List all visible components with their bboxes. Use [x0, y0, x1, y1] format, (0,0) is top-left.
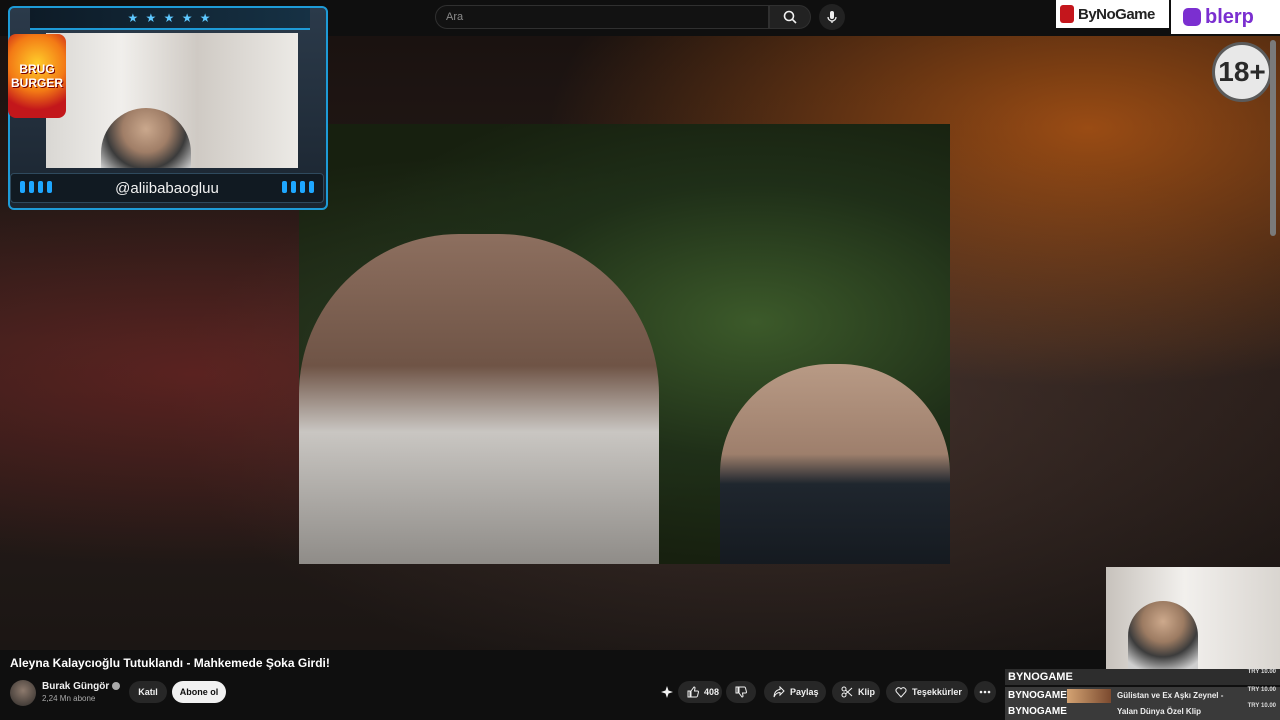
- dislike-button[interactable]: [726, 681, 756, 703]
- clip-button[interactable]: Klip: [832, 681, 880, 703]
- thanks-button[interactable]: Teşekkürler: [886, 681, 968, 703]
- microphone-icon: [826, 10, 838, 24]
- blerp-logo: blerp: [1171, 0, 1280, 34]
- donation-amount: TRY 10.00: [1247, 669, 1276, 675]
- webcam-handle-text: @aliibabaogluu: [115, 179, 219, 197]
- donation-amount: TRY 10.00: [1247, 703, 1276, 709]
- thumbs-down-icon: [735, 686, 747, 698]
- share-label: Paylaş: [790, 687, 819, 697]
- video-player[interactable]: [299, 124, 950, 564]
- like-button[interactable]: 408: [678, 681, 722, 703]
- channel-avatar[interactable]: [10, 680, 36, 706]
- thanks-heart-icon: [895, 686, 907, 698]
- join-button[interactable]: Katıl: [129, 681, 167, 703]
- like-count: 408: [704, 687, 720, 697]
- donation-message: Gülistan ve Ex Aşkı Zeynel -: [1117, 690, 1224, 700]
- more-actions-button[interactable]: [974, 681, 996, 703]
- donation-alert: BYNOGAME Yalan Dünya Özel Klip TRY 10.00: [1005, 703, 1280, 720]
- channel-name-text[interactable]: Burak Güngör: [42, 681, 109, 692]
- webcam-video: [46, 33, 298, 168]
- search-button[interactable]: [769, 5, 811, 29]
- subscriber-count: 2,24 Mn abone: [42, 694, 96, 703]
- blerp-logo-text: blerp: [1205, 5, 1254, 28]
- sparkle-icon[interactable]: [660, 685, 674, 699]
- donation-alert: BYNOGAME TRY 10.00: [1005, 669, 1280, 685]
- donation-name: BYNOGAME: [1008, 706, 1067, 717]
- stars-icon: ★ ★ ★ ★ ★: [127, 11, 213, 25]
- webcam-person: [101, 108, 191, 168]
- led-decoration-right: [282, 181, 320, 195]
- secondary-webcam-person: [1128, 601, 1198, 669]
- search-icon: [783, 10, 797, 24]
- led-decoration-left: [20, 181, 58, 195]
- bynogame-mark-icon: [1060, 5, 1074, 23]
- sponsor-line2: BURGER: [10, 76, 63, 90]
- voice-search-button[interactable]: [819, 4, 845, 30]
- verified-icon: [112, 682, 121, 691]
- scissors-icon: [841, 686, 853, 698]
- donation-amount: TRY 10.00: [1247, 687, 1276, 693]
- scrollbar[interactable]: [1270, 40, 1276, 236]
- donation-name: BYNOGAME: [1008, 671, 1073, 683]
- subscribe-button[interactable]: Abone ol: [172, 681, 226, 703]
- thumbs-up-icon: [687, 686, 699, 698]
- video-person-left: [299, 234, 659, 564]
- donation-thumbnail: [1067, 689, 1111, 703]
- age-rating-badge: 18+: [1212, 42, 1272, 102]
- thanks-label: Teşekkürler: [912, 687, 962, 697]
- share-icon: [773, 686, 785, 698]
- donation-alert: BYNOGAME Gülistan ve Ex Aşkı Zeynel - TR…: [1005, 687, 1280, 703]
- donation-message: Yalan Dünya Özel Klip: [1117, 707, 1202, 716]
- search-placeholder: Ara: [446, 11, 464, 23]
- video-person-right: [720, 364, 950, 564]
- donation-name: BYNOGAME: [1008, 689, 1067, 701]
- clip-label: Klip: [858, 687, 875, 697]
- bynogame-logo-text: ByNoGame: [1078, 5, 1155, 23]
- sponsor-line1: BRUG: [19, 62, 55, 76]
- more-icon: [979, 690, 991, 694]
- video-title: Aleyna Kalaycıoğlu Tutuklandı - Mahkemed…: [10, 656, 330, 670]
- webcam-topbar: ★ ★ ★ ★ ★: [30, 8, 310, 30]
- brug-burger-logo: BRUG BURGER: [8, 34, 66, 118]
- bynogame-logo: ByNoGame: [1056, 0, 1169, 28]
- blerp-mark-icon: [1183, 8, 1201, 26]
- secondary-webcam: [1106, 567, 1280, 669]
- channel-name[interactable]: Burak Güngör: [42, 681, 121, 692]
- search-input[interactable]: Ara: [435, 5, 769, 29]
- share-button[interactable]: Paylaş: [764, 681, 826, 703]
